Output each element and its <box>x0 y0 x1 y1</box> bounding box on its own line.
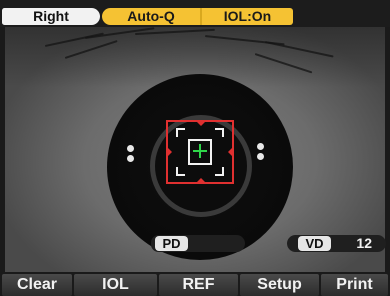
pd-readout: PD <box>151 235 245 252</box>
target-corner <box>176 167 185 176</box>
vd-label: VD <box>298 236 331 251</box>
right-reflex-dot <box>257 143 264 150</box>
eye-side-indicator[interactable]: Right <box>2 8 100 25</box>
alignment-target-icon <box>166 120 234 184</box>
target-marker-top <box>195 120 207 126</box>
left-reflex-dot <box>127 145 134 152</box>
vd-value: 12 <box>356 235 372 251</box>
target-corner <box>215 128 224 137</box>
target-corner <box>176 128 185 137</box>
iol-button[interactable]: IOL <box>74 274 157 296</box>
pd-label: PD <box>155 236 188 251</box>
crosshair-icon-vertical <box>199 144 201 158</box>
target-corner <box>215 167 224 176</box>
clear-button[interactable]: Clear <box>2 274 72 296</box>
auto-q-mode-tab[interactable]: Auto-Q <box>102 8 200 25</box>
target-marker-bottom <box>195 178 207 184</box>
target-marker-right <box>228 146 234 158</box>
setup-button[interactable]: Setup <box>240 274 319 296</box>
print-button[interactable]: Print <box>321 274 388 296</box>
left-reflex-dot <box>127 155 134 162</box>
iol-status-tab[interactable]: IOL:On <box>200 8 293 25</box>
vd-readout: VD 12 <box>287 235 386 252</box>
device-screen: Right Auto-Q IOL:On PD VD 12 Clear IOL R… <box>0 0 390 296</box>
ref-button[interactable]: REF <box>159 274 238 296</box>
status-bar: Right Auto-Q IOL:On <box>0 0 390 27</box>
bottom-menu: Clear IOL REF Setup Print <box>0 272 390 296</box>
right-reflex-dot <box>257 153 264 160</box>
target-marker-left <box>166 146 172 158</box>
